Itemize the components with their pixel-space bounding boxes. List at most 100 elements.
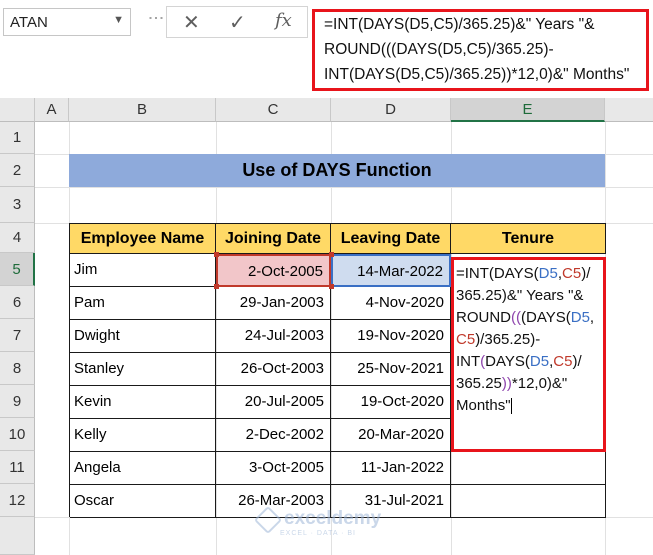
header-leaving-date[interactable]: Leaving Date	[331, 224, 451, 254]
ref-c5: C5	[456, 331, 476, 348]
row-header-6[interactable]: 6	[0, 286, 35, 319]
ref-d5: D5	[529, 353, 550, 370]
cell-leaving-date[interactable]: 14-Mar-2022	[331, 254, 451, 287]
col-header-a[interactable]: A	[35, 98, 69, 122]
cell-joining-date[interactable]: 2-Dec-2002	[216, 419, 331, 452]
edit-token: Months"	[456, 397, 511, 414]
cell-name[interactable]: Kelly	[70, 419, 216, 452]
edit-token: INT	[456, 353, 481, 370]
range-handle[interactable]	[329, 284, 334, 289]
cell-name[interactable]: Angela	[70, 452, 216, 485]
ref-d5: D5	[538, 265, 558, 282]
drag-handle-icon[interactable]: ⋮	[146, 10, 165, 26]
formula-buttons: ✕ ✓ fx	[166, 6, 308, 38]
range-handle[interactable]	[214, 284, 219, 289]
row-header-1[interactable]: 1	[0, 122, 35, 154]
cell-joining-date[interactable]: 29-Jan-2003	[216, 287, 331, 320]
edit-token: ))	[501, 375, 512, 392]
edit-token: ROUND	[456, 309, 511, 326]
edit-token: )/	[581, 265, 591, 282]
cell-name[interactable]: Stanley	[70, 353, 216, 386]
row-header-7[interactable]: 7	[0, 319, 35, 352]
edit-token: ,	[589, 309, 595, 326]
row-header-9[interactable]: 9	[0, 385, 35, 418]
ref-c5: C5	[553, 353, 573, 370]
ref-d5: D5	[570, 309, 590, 326]
header-employee-name[interactable]: Employee Name	[70, 224, 216, 254]
row-header-13[interactable]	[0, 517, 35, 555]
edit-line: Months"	[456, 395, 603, 417]
insert-function-icon[interactable]: fx	[275, 10, 292, 31]
watermark-tagline: EXCEL · DATA · BI	[280, 530, 356, 537]
edit-token: (DAYS(	[521, 309, 571, 326]
cell-leaving-date[interactable]: 11-Jan-2022	[331, 452, 451, 485]
row-header-12[interactable]: 12	[0, 484, 35, 517]
row-header-10[interactable]: 10	[0, 418, 35, 451]
cancel-icon[interactable]: ✕	[183, 10, 200, 35]
cell-joining-date[interactable]: 20-Jul-2005	[216, 386, 331, 419]
row-header-2[interactable]: 2	[0, 154, 35, 187]
select-all-corner[interactable]	[0, 98, 35, 122]
chevron-down-icon[interactable]: ▼	[113, 14, 124, 26]
edit-line: INT(DAYS(D5,C5)/	[456, 351, 603, 373]
edit-line: =INT(DAYS(D5,C5)/	[456, 263, 603, 285]
edit-line: C5)/365.25)-	[456, 329, 603, 351]
text-cursor	[510, 398, 512, 415]
cell-leaving-date[interactable]: 4-Nov-2020	[331, 287, 451, 320]
range-handle[interactable]	[329, 252, 334, 257]
formula-line-3: INT(DAYS(D5,C5)/365.25))*12,0)&" Months"	[324, 66, 630, 83]
enter-icon[interactable]: ✓	[229, 10, 246, 35]
formula-input[interactable]: =INT(DAYS(D5,C5)/365.25)&" Years "& ROUN…	[312, 9, 649, 91]
edit-token: )/365.25)-	[475, 331, 541, 348]
col-header-c[interactable]: C	[216, 98, 331, 122]
edit-token: *12,0)&"	[511, 375, 568, 392]
edit-line: ROUND(((DAYS(D5,	[456, 307, 603, 329]
watermark-brand: exceldemy	[284, 508, 382, 529]
name-box-value: ATAN	[10, 14, 48, 31]
edit-token: ((	[511, 309, 521, 326]
brand-logo-icon	[253, 505, 283, 534]
edit-token: 365.25	[456, 375, 502, 392]
edit-token: )/	[572, 353, 582, 370]
edit-line: 365.25)&" Years "&	[456, 287, 584, 304]
cell-leaving-date[interactable]: 25-Nov-2021	[331, 353, 451, 386]
cell-joining-date[interactable]: 3-Oct-2005	[216, 452, 331, 485]
cell-joining-date[interactable]: 24-Jul-2003	[216, 320, 331, 353]
sheet-title[interactable]: Use of DAYS Function	[69, 154, 605, 187]
cell-name[interactable]: Dwight	[70, 320, 216, 353]
ref-c5: C5	[562, 265, 582, 282]
cell-joining-date[interactable]: 26-Oct-2003	[216, 353, 331, 386]
row-header-3[interactable]: 3	[0, 187, 35, 223]
cell-tenure[interactable]	[451, 452, 606, 485]
cell-name[interactable]: Oscar	[70, 485, 216, 518]
cell-edit-box[interactable]: =INT(DAYS(D5,C5)/ 365.25)&" Years "& ROU…	[451, 257, 606, 452]
watermark: exceldemy EXCEL · DATA · BI	[253, 505, 382, 537]
range-handle[interactable]	[214, 252, 219, 257]
cell-leaving-date[interactable]: 20-Mar-2020	[331, 419, 451, 452]
cell-leaving-date[interactable]: 19-Oct-2020	[331, 386, 451, 419]
row-header-11[interactable]: 11	[0, 451, 35, 484]
cell-tenure[interactable]	[451, 485, 606, 518]
cell-leaving-date[interactable]: 19-Nov-2020	[331, 320, 451, 353]
cell-name[interactable]: Jim	[70, 254, 216, 287]
edit-token: DAYS(	[485, 353, 530, 370]
col-header-d[interactable]: D	[331, 98, 451, 122]
cell-name[interactable]: Pam	[70, 287, 216, 320]
edit-line: 365.25))*12,0)&"	[456, 373, 603, 395]
formula-line-2: ROUND(((DAYS(D5,C5)/365.25)-	[324, 41, 554, 58]
formula-line-1: =INT(DAYS(D5,C5)/365.25)&" Years "&	[324, 16, 595, 33]
edit-token: =INT(DAYS(	[456, 265, 539, 282]
header-tenure[interactable]: Tenure	[451, 224, 606, 254]
col-header-b[interactable]: B	[69, 98, 216, 122]
cell-name[interactable]: Kevin	[70, 386, 216, 419]
cell-joining-date[interactable]: 2-Oct-2005	[216, 254, 331, 287]
worksheet-grid[interactable]: A B C D E 1 2 3 4 5 6 7 8 9 10 11 12 Use…	[0, 95, 653, 555]
header-joining-date[interactable]: Joining Date	[216, 224, 331, 254]
row-header-5[interactable]: 5	[0, 253, 35, 286]
col-header-e[interactable]: E	[451, 98, 605, 122]
row-header-8[interactable]: 8	[0, 352, 35, 385]
name-box[interactable]: ATAN ▼	[3, 8, 131, 36]
row-header-4[interactable]: 4	[0, 223, 35, 253]
col-header-extra[interactable]	[605, 98, 653, 122]
gridline	[35, 187, 653, 188]
